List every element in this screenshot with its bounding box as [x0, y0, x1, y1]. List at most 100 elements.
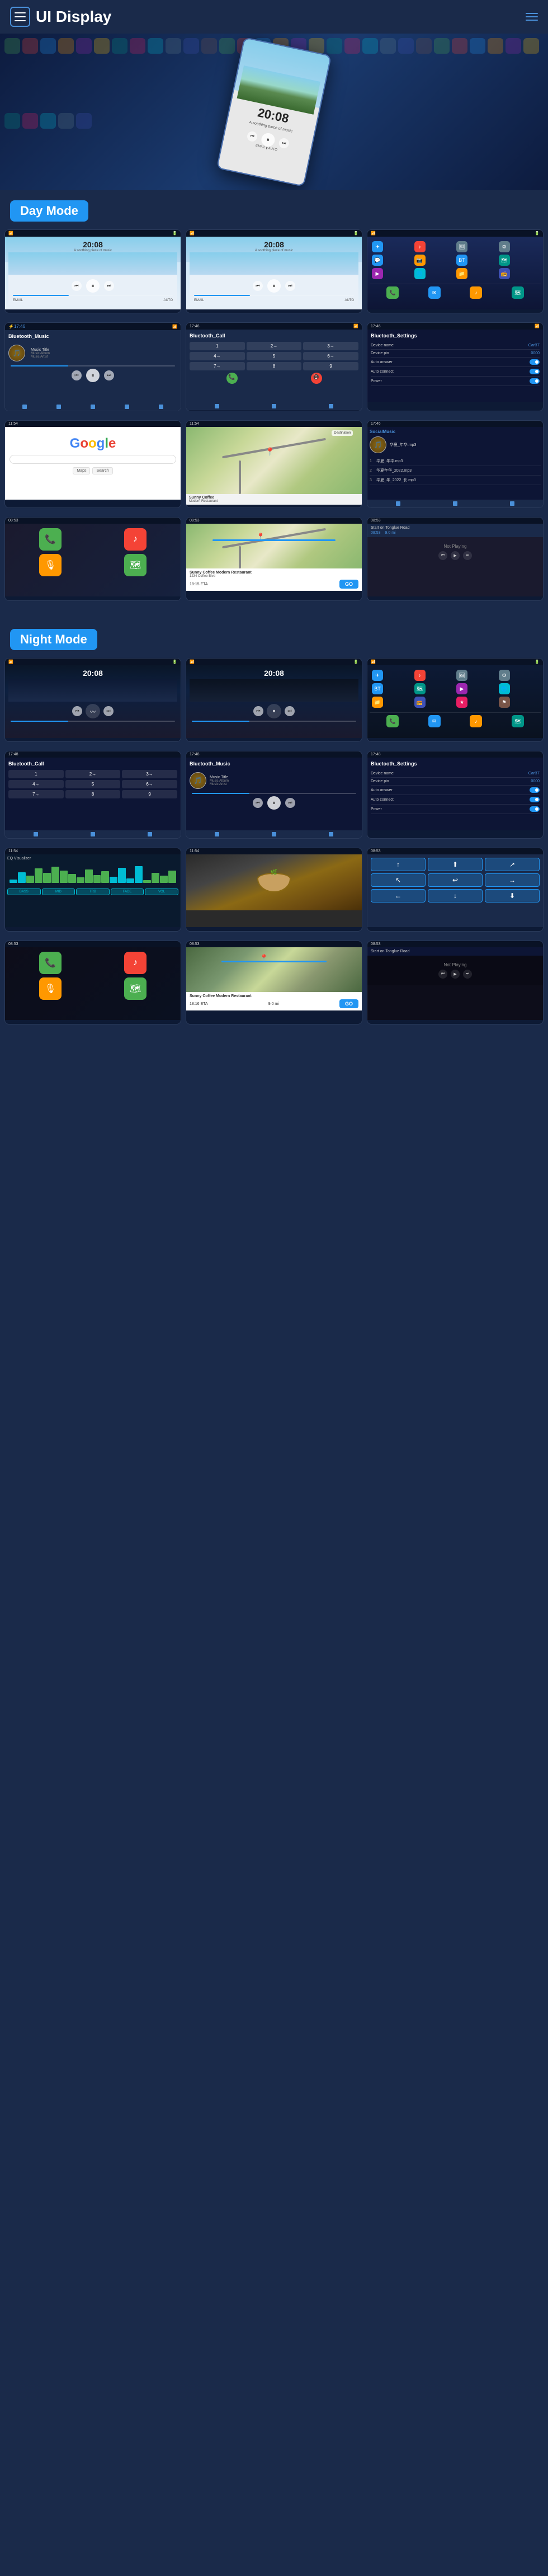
bt-next[interactable]: ⏭	[104, 370, 114, 380]
eq-mid[interactable]: MID	[42, 889, 75, 895]
night-app-music[interactable]: ♪	[414, 670, 426, 681]
auto-answer-toggle[interactable]	[530, 359, 540, 365]
np-prev[interactable]: ⏮	[438, 551, 447, 560]
night-key-8[interactable]: 8	[65, 790, 121, 798]
night-next-1[interactable]: ⏭	[103, 706, 114, 716]
key-7[interactable]: 7→	[190, 362, 245, 370]
night-app-telegram[interactable]: ✈	[372, 670, 383, 681]
night-dock-nav[interactable]: 🗺	[512, 715, 524, 727]
play-btn-2[interactable]: ⏸	[267, 279, 281, 293]
night-go-btn[interactable]: GO	[339, 999, 358, 1008]
night-answer-toggle[interactable]	[530, 787, 540, 793]
app-video[interactable]: ▶	[372, 268, 383, 279]
app-files[interactable]: 📁	[456, 268, 467, 279]
nav-turn-left[interactable]: ←	[371, 889, 426, 902]
eq-vol[interactable]: VOL	[145, 889, 178, 895]
night-waveform-btn[interactable]: 〰	[86, 704, 100, 718]
night-dock-music[interactable]: ♪	[470, 715, 482, 727]
nav-right-arrow[interactable]: ↗	[485, 858, 540, 871]
song-1[interactable]: 1 华夏_年华.mp3	[370, 457, 541, 466]
night-key-6[interactable]: 6→	[122, 780, 177, 788]
night-bt-play[interactable]: ⏸	[267, 796, 281, 810]
night-carplay-phone[interactable]: 📞	[39, 952, 62, 974]
night-next-2[interactable]: ⏭	[285, 706, 295, 716]
play-btn-1[interactable]: ⏸	[86, 279, 100, 293]
night-play-2[interactable]: ⏸	[267, 704, 281, 718]
key-6[interactable]: 6→	[303, 352, 358, 360]
key-3[interactable]: 3→	[303, 342, 358, 350]
night-app-maps[interactable]: 🗺	[414, 683, 426, 694]
nav-down[interactable]: ↓	[428, 889, 483, 902]
carplay-podcast[interactable]: 🎙	[39, 554, 62, 576]
menu-icon[interactable]	[10, 7, 30, 27]
night-app-radio[interactable]: 📻	[414, 697, 426, 708]
eq-treble[interactable]: TRB	[76, 889, 110, 895]
song-2[interactable]: 2 华夏年华_2022.mp3	[370, 466, 541, 476]
nav-u-turn[interactable]: ↩	[428, 873, 483, 887]
night-prev-1[interactable]: ⏮	[72, 706, 82, 716]
google-search-bar[interactable]	[10, 455, 176, 464]
go-button[interactable]: GO	[339, 580, 358, 589]
suggestion-2[interactable]: Search	[92, 467, 112, 474]
prev-btn-2[interactable]: ⏮	[253, 281, 263, 291]
app-browser[interactable]: 🌐	[414, 268, 426, 279]
app-photos[interactable]: 🖼	[456, 241, 467, 252]
call-btn[interactable]: 📞	[226, 373, 238, 384]
hero-next-btn[interactable]: ⏭	[278, 137, 290, 149]
nav-exit[interactable]: ⬇	[485, 889, 540, 902]
night-dock-phone[interactable]: 📞	[386, 715, 399, 727]
hero-prev-btn[interactable]: ⏮	[246, 130, 258, 142]
night-bt-next[interactable]: ⏭	[285, 798, 295, 808]
night-key-3[interactable]: 3→	[122, 770, 177, 778]
key-8[interactable]: 8	[247, 362, 302, 370]
night-app-extra2[interactable]: ⚑	[499, 697, 510, 708]
key-9[interactable]: 9	[303, 362, 358, 370]
night-np-play[interactable]: ▶	[451, 970, 460, 979]
app-camera[interactable]: 📷	[414, 255, 426, 266]
app-bt[interactable]: BT	[456, 255, 467, 266]
next-btn-1[interactable]: ⏭	[104, 281, 114, 291]
night-app-photos[interactable]: 🖼	[456, 670, 467, 681]
night-key-9[interactable]: 9	[122, 790, 177, 798]
night-app-bt[interactable]: BT	[372, 683, 383, 694]
night-app-browser[interactable]: 🌐	[499, 683, 510, 694]
eq-fade[interactable]: FADE	[111, 889, 144, 895]
prev-btn-1[interactable]: ⏮	[72, 281, 82, 291]
carplay-music[interactable]: ♪	[124, 528, 147, 551]
next-btn-2[interactable]: ⏭	[285, 281, 295, 291]
night-app-extra1[interactable]: ★	[456, 697, 467, 708]
night-prev-2[interactable]: ⏮	[253, 706, 263, 716]
night-key-1[interactable]: 1	[8, 770, 64, 778]
key-4[interactable]: 4→	[190, 352, 245, 360]
dock-messages[interactable]: ✉	[428, 286, 441, 299]
app-telegram[interactable]: ✈	[372, 241, 383, 252]
auto-connect-toggle[interactable]	[530, 369, 540, 374]
night-app-video[interactable]: ▶	[456, 683, 467, 694]
key-1[interactable]: 1	[190, 342, 245, 350]
night-carplay-maps[interactable]: 🗺	[124, 977, 147, 1000]
night-key-2[interactable]: 2→	[65, 770, 121, 778]
night-connect-toggle[interactable]	[530, 797, 540, 802]
night-np-next[interactable]: ⏭	[463, 970, 472, 979]
nav-up-arrow[interactable]: ↑	[371, 858, 426, 871]
bt-play[interactable]: ⏸	[86, 369, 100, 382]
suggestion-1[interactable]: Maps	[73, 467, 90, 474]
dock-phone[interactable]: 📞	[386, 286, 399, 299]
lines-icon[interactable]	[526, 13, 538, 21]
night-np-prev[interactable]: ⏮	[438, 970, 447, 979]
night-app-settings[interactable]: ⚙	[499, 670, 510, 681]
app-music[interactable]: ♪	[414, 241, 426, 252]
dock-music[interactable]: ♪	[470, 286, 482, 299]
night-carplay-podcast[interactable]: 🎙	[39, 977, 62, 1000]
eq-bass[interactable]: BASS	[7, 889, 41, 895]
power-toggle[interactable]	[530, 378, 540, 384]
song-3[interactable]: 3 华夏_年_2022_长.mp3	[370, 476, 541, 485]
nav-turn-right[interactable]: →	[485, 873, 540, 887]
night-power-toggle[interactable]	[530, 806, 540, 812]
key-2[interactable]: 2→	[247, 342, 302, 350]
nav-straight-arrow[interactable]: ⬆	[428, 858, 483, 871]
night-bt-prev[interactable]: ⏮	[253, 798, 263, 808]
np-next[interactable]: ⏭	[463, 551, 472, 560]
night-key-5[interactable]: 5	[65, 780, 121, 788]
night-app-files[interactable]: 📁	[372, 697, 383, 708]
